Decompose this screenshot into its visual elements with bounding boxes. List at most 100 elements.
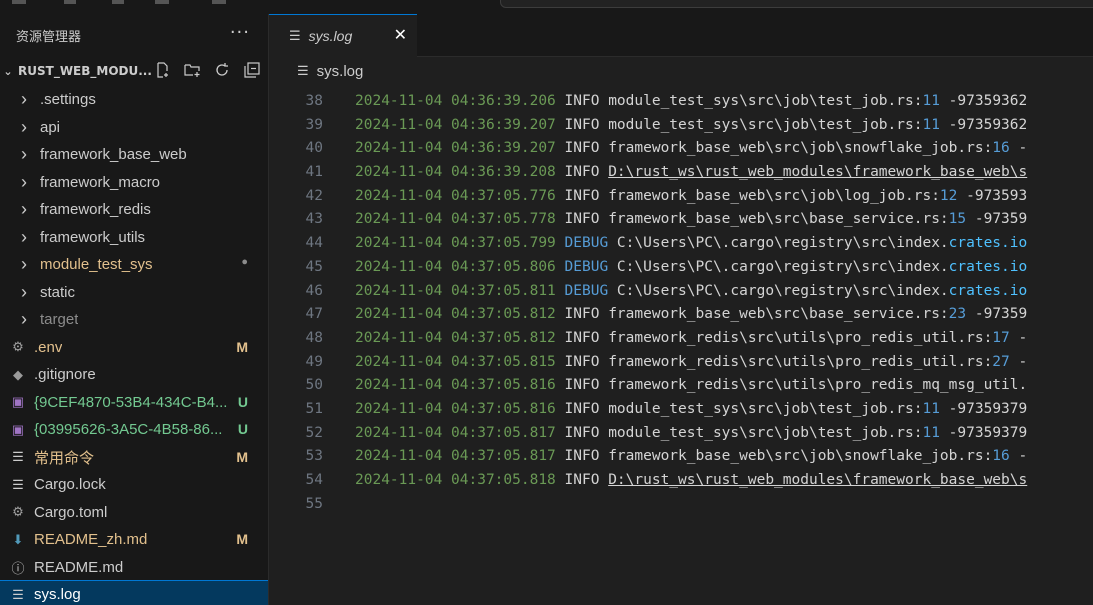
log-link[interactable]: crates.io	[949, 235, 1028, 251]
file-item[interactable]: ☰ Cargo.lock	[0, 471, 268, 499]
log-rest: -97359362	[939, 93, 1028, 109]
git-status-badge: M	[236, 448, 248, 465]
log-timestamp: 2024-11-04 04:37:05.818	[355, 472, 556, 488]
log-text: 2024-11-04 04:37:05.811 DEBUG C:\Users\P…	[355, 280, 1027, 304]
log-timestamp: 2024-11-04 04:37:05.816	[355, 400, 556, 417]
tree-item-label: module_test_sys	[40, 256, 153, 274]
log-text: 2024-11-04 04:37:05.799 DEBUG C:\Users\P…	[355, 232, 1027, 256]
log-text: 2024-11-04 04:37:05.776 INFO framework_b…	[355, 185, 1027, 209]
log-level: INFO	[564, 116, 600, 133]
log-level: INFO	[564, 164, 600, 181]
log-rest: -	[1009, 353, 1028, 370]
gear-icon: ⚙	[12, 504, 24, 520]
breadcrumb[interactable]: ☰ sys.log	[269, 57, 1093, 85]
log-line-ref: 12	[939, 187, 958, 204]
log-link[interactable]: crates.io	[949, 283, 1028, 299]
menu-fragment	[12, 0, 26, 4]
project-root[interactable]: ⌄ RUST_WEB_MODU...	[0, 56, 268, 86]
chevron-right-icon: ›	[21, 309, 27, 330]
folder-item[interactable]: › static	[0, 279, 268, 307]
folder-item[interactable]: › api	[0, 114, 268, 142]
log-source-path: framework_base_web\src\job\log_job.rs:	[608, 187, 940, 204]
new-folder-icon[interactable]	[182, 62, 202, 80]
modified-dot: ●	[241, 256, 248, 268]
log-line: 47 2024-11-04 04:37:05.812 INFO framework…	[269, 303, 1093, 327]
menu-fragment	[155, 0, 169, 4]
log-timestamp: 2024-11-04 04:37:05.806	[355, 258, 556, 275]
line-number: 51	[305, 400, 323, 417]
folder-item[interactable]: › framework_macro	[0, 169, 268, 197]
line-number: 41	[305, 164, 323, 181]
explorer-title: 资源管理器	[16, 29, 82, 45]
line-number: 53	[305, 448, 323, 465]
log-line-ref: 11	[922, 93, 940, 109]
tree-item-label: .env	[34, 338, 63, 356]
file-item[interactable]: ▣ {03995626-3A5C-4B58-86... U	[0, 416, 268, 444]
file-item[interactable]: ◆ .gitignore	[0, 361, 268, 389]
log-level: DEBUG	[564, 235, 609, 252]
tree-item-label: framework_base_web	[40, 146, 187, 164]
log-text: 2024-11-04 04:37:05.778 INFO framework_b…	[355, 208, 1027, 232]
log-source-path: module_test_sys\src\job\test_job.rs:	[608, 424, 923, 441]
log-level: INFO	[564, 353, 600, 370]
folder-item[interactable]: › framework_utils	[0, 224, 268, 252]
line-number: 47	[305, 306, 323, 323]
menu-fragment	[112, 0, 124, 4]
log-rest: -97359379	[939, 400, 1028, 417]
command-center-search[interactable]	[500, 0, 1093, 8]
file-item[interactable]: ▣ {9CEF4870-53B4-434C-B4... U	[0, 389, 268, 417]
git-status-badge: U	[237, 393, 248, 410]
log-source-path: framework_base_web\src\job\snowflake_job…	[608, 448, 993, 465]
tab-sys-log[interactable]: ☰ sys.log ✕	[269, 14, 417, 57]
git-status-badge: U	[237, 421, 248, 437]
log-source-path: framework_base_web\src\job\snowflake_job…	[608, 140, 993, 157]
refresh-icon[interactable]	[212, 62, 232, 80]
lines-icon: ☰	[289, 28, 301, 44]
file-item[interactable]: ⚙ Cargo.toml	[0, 499, 268, 527]
explorer-header: 资源管理器 ···	[0, 14, 268, 56]
log-rest: -	[1009, 329, 1028, 346]
git-status-badge: M	[236, 338, 248, 355]
log-line-ref: 16	[992, 140, 1010, 157]
tree-item-label: 常用命令	[34, 449, 95, 467]
folder-item[interactable]: › framework_base_web	[0, 141, 268, 169]
file-item[interactable]: ⓘ README.md	[0, 554, 268, 582]
log-source-path[interactable]: D:\rust_ws\rust_web_modules\framework_ba…	[608, 164, 1027, 180]
tree-item-label: target	[40, 311, 79, 329]
log-line-ref: 15	[948, 211, 967, 228]
new-file-icon[interactable]	[152, 62, 172, 80]
line-number: 55	[305, 495, 323, 512]
close-icon[interactable]: ✕	[394, 25, 407, 44]
log-text: 2024-11-04 04:36:39.208 INFO D:\rust_ws\…	[355, 161, 1027, 185]
log-timestamp: 2024-11-04 04:37:05.812	[355, 306, 556, 323]
file-item[interactable]: ☰ sys.log	[0, 580, 268, 605]
folder-item[interactable]: › framework_redis	[0, 196, 268, 224]
log-text: 2024-11-04 04:37:05.816 INFO module_test…	[355, 398, 1027, 422]
line-number: 46	[305, 282, 323, 299]
chevron-right-icon: ›	[21, 226, 27, 247]
log-link[interactable]: crates.io	[949, 259, 1028, 275]
log-line: 50 2024-11-04 04:37:05.816 INFO framework…	[269, 374, 1093, 398]
line-number: 42	[305, 187, 323, 204]
file-item[interactable]: ☰ 常用命令 M	[0, 444, 268, 472]
file-item[interactable]: ⚙ .env M	[0, 334, 268, 362]
project-name: RUST_WEB_MODU...	[18, 64, 152, 78]
tree-item-label: Cargo.toml	[34, 503, 108, 521]
more-actions-icon[interactable]: ···	[230, 22, 250, 43]
menu-fragment	[64, 0, 76, 4]
folder-item[interactable]: › .settings	[0, 86, 268, 114]
collapse-all-icon[interactable]	[242, 62, 262, 80]
file-item[interactable]: ⬇ README_zh.md M	[0, 526, 268, 554]
code-view[interactable]: 38 2024-11-04 04:36:39.206 INFO module_te…	[269, 90, 1093, 605]
log-level: DEBUG	[564, 282, 609, 299]
log-line: 42 2024-11-04 04:37:05.776 INFO framework…	[269, 185, 1093, 209]
log-source-path[interactable]: D:\rust_ws\rust_web_modules\framework_ba…	[608, 472, 1027, 488]
log-text: 2024-11-04 04:37:05.816 INFO framework_r…	[355, 374, 1027, 398]
info-icon: ⓘ	[11, 560, 25, 576]
folder-item[interactable]: › target	[0, 306, 268, 334]
log-level: INFO	[564, 400, 600, 417]
folder-item[interactable]: › module_test_sys ●	[0, 251, 268, 279]
log-timestamp: 2024-11-04 04:37:05.812	[355, 329, 556, 346]
log-line: 54 2024-11-04 04:37:05.818 INFO D:\rust_w…	[269, 469, 1093, 493]
log-source-path: C:\Users\PC\.cargo\registry\src\index.	[616, 282, 949, 299]
